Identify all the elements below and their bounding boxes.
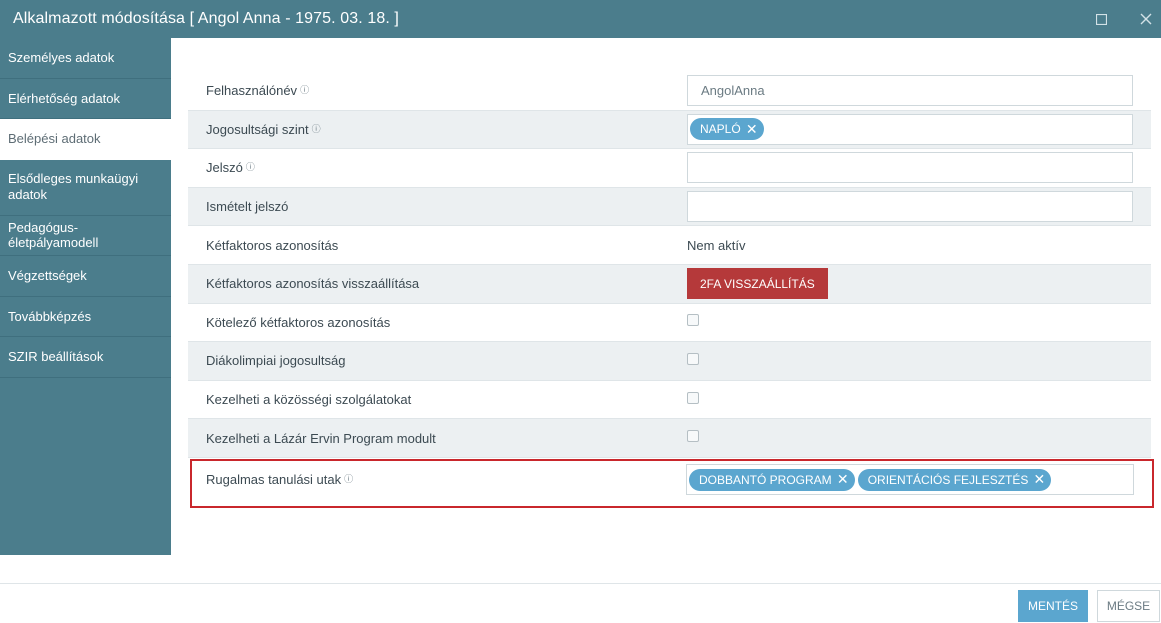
two-factor-reset-button[interactable]: 2FA VISSZAÁLLÍTÁS xyxy=(687,268,828,300)
access-level-row: Jogosultsági szint ⓘ NAPLÓ ✕ xyxy=(188,110,1151,150)
access-level-label: Jogosultsági szint xyxy=(206,121,309,137)
student-olympics-label: Diákolimpiai jogosultság xyxy=(206,353,346,369)
password-row: Jelszó ⓘ xyxy=(188,149,1151,188)
community-service-label: Kezelheti a közösségi szolgálatokat xyxy=(206,392,412,408)
two-factor-required-row: Kötelező kétfaktoros azonosítás xyxy=(188,304,1151,343)
password-repeat-input[interactable] xyxy=(687,191,1133,223)
two-factor-status: Nem aktív xyxy=(687,237,746,253)
info-icon: ⓘ xyxy=(300,85,310,96)
two-factor-label: Kétfaktoros azonosítás xyxy=(206,237,339,253)
tag-naplo: NAPLÓ ✕ xyxy=(690,118,764,141)
login-data-form: Felhasználónév ⓘ AngolAnna Jogosultsági s… xyxy=(188,72,1151,458)
sidebar-item-elerhetoseg-adatok[interactable]: Elérhetőség adatok xyxy=(0,79,171,119)
two-factor-required-label: Kötelező kétfaktoros azonosítás xyxy=(206,314,391,330)
dialog-footer: MENTÉS MÉGSE xyxy=(0,583,1161,623)
two-factor-reset-row: Kétfaktoros azonosítás visszaállítása 2F… xyxy=(188,264,1151,304)
close-icon[interactable] xyxy=(1131,0,1161,38)
password-input[interactable] xyxy=(687,152,1133,184)
save-button[interactable]: MENTÉS xyxy=(1018,590,1088,622)
two-factor-reset-label: Kétfaktoros azonosítás visszaállítása xyxy=(206,276,420,292)
tag-label: NAPLÓ xyxy=(700,122,741,137)
lazar-ervin-checkbox[interactable] xyxy=(687,430,699,443)
cancel-button[interactable]: MÉGSE xyxy=(1097,590,1160,622)
window-title: Alkalmazott módosítása [ Angol Anna - 19… xyxy=(13,10,399,27)
window-titlebar: Alkalmazott módosítása [ Angol Anna - 19… xyxy=(0,0,1161,38)
sidebar-item-szemelyes-adatok[interactable]: Személyes adatok xyxy=(0,38,171,79)
password-repeat-label: Ismételt jelszó xyxy=(206,199,289,215)
two-factor-row: Kétfaktoros azonosítás Nem aktív xyxy=(188,226,1151,265)
password-repeat-row: Ismételt jelszó xyxy=(188,187,1151,227)
sidebar-item-pedagogus-eletpalyamodell[interactable]: Pedagógus-életpályamodell xyxy=(0,216,171,256)
username-row: Felhasználónév ⓘ AngolAnna xyxy=(188,72,1151,111)
remove-tag-icon[interactable]: ✕ xyxy=(744,121,760,137)
maximize-icon[interactable] xyxy=(1086,0,1116,38)
username-input[interactable]: AngolAnna xyxy=(687,75,1133,107)
access-level-multiselect[interactable]: NAPLÓ ✕ xyxy=(687,113,1133,145)
password-label: Jelszó xyxy=(206,160,243,176)
highlight-box xyxy=(190,459,1154,508)
lazar-ervin-row: Kezelheti a Lázár Ervin Program modult xyxy=(188,419,1151,458)
sidebar-item-vegzettsegek[interactable]: Végzettségek xyxy=(0,256,171,297)
sidebar-item-elsodleges-munkaugyi-adatok[interactable]: Elsődleges munkaügyi adatok xyxy=(0,160,171,216)
info-icon: ⓘ xyxy=(311,123,321,134)
lazar-ervin-label: Kezelheti a Lázár Ervin Program modult xyxy=(206,430,436,446)
two-factor-required-checkbox[interactable] xyxy=(687,314,699,327)
student-olympics-row: Diákolimpiai jogosultság xyxy=(188,342,1151,381)
sidebar: Személyes adatok Elérhetőség adatok Belé… xyxy=(0,38,171,555)
community-service-checkbox[interactable] xyxy=(687,391,699,404)
username-label: Felhasználónév xyxy=(206,83,298,99)
info-icon: ⓘ xyxy=(245,162,255,173)
community-service-row: Kezelheti a közösségi szolgálatokat xyxy=(188,381,1151,420)
sidebar-item-belepesi-adatok[interactable]: Belépési adatok xyxy=(0,119,171,160)
sidebar-item-szir-beallitasok[interactable]: SZIR beállítások xyxy=(0,337,171,378)
student-olympics-checkbox[interactable] xyxy=(687,352,699,365)
sidebar-item-tovabbkepzes[interactable]: Továbbképzés xyxy=(0,297,171,337)
